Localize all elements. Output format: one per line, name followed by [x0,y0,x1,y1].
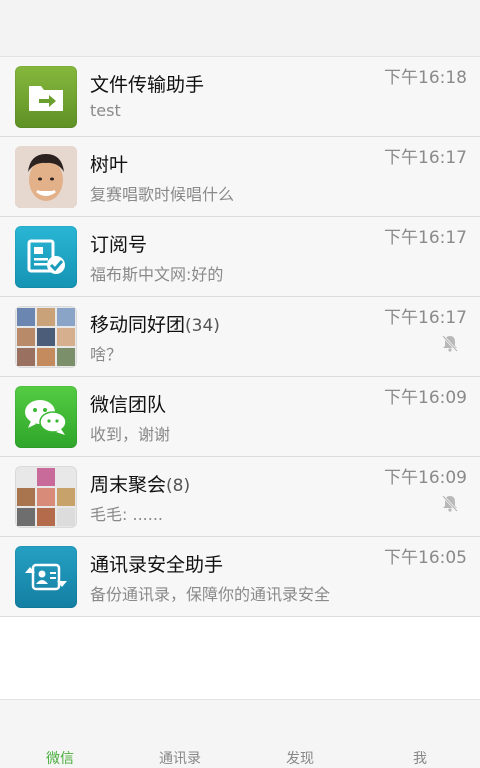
chat-preview: 备份通讯录，保障你的通讯录安全 [90,584,331,604]
chat-preview: 复赛唱歌时候唱什么 [90,184,235,204]
chat-row-subscriptions[interactable]: 订阅号 福布斯中文网:好的 下午16:17 [0,217,480,297]
chat-name: 通讯录安全助手 [90,553,224,576]
chat-time: 下午16:18 [384,68,467,88]
file-transfer-icon [15,65,77,128]
mute-bell-icon [442,335,458,352]
group-collage-avatar [15,465,77,528]
chat-name: 微信团队 [90,393,167,416]
tab-me[interactable]: 我 [360,700,480,768]
tab-contacts[interactable]: 通讯录 [120,700,240,768]
chat-preview: test [90,100,121,120]
top-bar [0,0,480,57]
chat-name: 周末聚会(8) [90,473,191,496]
chat-time: 下午16:17 [384,228,467,248]
chat-time: 下午16:09 [384,388,467,408]
chat-row-file-transfer[interactable]: 文件传输助手 test 下午16:18 [0,57,480,137]
chat-time: 下午16:09 [384,468,467,488]
group-collage-avatar [15,305,77,368]
tab-discover[interactable]: 发现 [240,700,360,768]
mute-bell-icon [442,495,458,512]
chat-preview: 啥？ [90,344,123,364]
bottom-tab-bar: 微信 通讯录 发现 我 [0,699,480,768]
chat-row-wechat-team[interactable]: 微信团队 收到，谢谢 下午16:09 [0,377,480,457]
chat-row-group-mobile[interactable]: 移动同好团(34) 啥？ 下午16:17 [0,297,480,377]
chat-time: 下午16:17 [384,148,467,168]
chat-row-shuye[interactable]: 树叶 复赛唱歌时候唱什么 下午16:17 [0,137,480,217]
chat-time: 下午16:05 [384,548,467,568]
chat-preview: 福布斯中文网:好的 [90,264,224,284]
wechat-icon [15,385,77,448]
chat-name: 移动同好团(34) [90,313,220,336]
chat-name: 订阅号 [90,233,148,256]
chat-list: 文件传输助手 test 下午16:18 树叶 复赛唱歌时候唱什么 下午16:17 [0,57,480,617]
chat-row-contact-security[interactable]: 通讯录安全助手 备份通讯录，保障你的通讯录安全 下午16:05 [0,537,480,617]
chat-preview: 毛毛: ...... [90,504,163,524]
chat-time: 下午16:17 [384,308,467,328]
chat-row-weekend-party[interactable]: 周末聚会(8) 毛毛: ...... 下午16:09 [0,457,480,537]
chat-name: 树叶 [90,153,129,176]
contact-backup-icon [15,545,77,608]
tab-chats[interactable]: 微信 [0,700,120,768]
chat-preview: 收到，谢谢 [90,424,171,444]
person-photo-avatar [15,145,77,208]
chat-name: 文件传输助手 [90,73,205,96]
subscription-icon [15,225,77,288]
